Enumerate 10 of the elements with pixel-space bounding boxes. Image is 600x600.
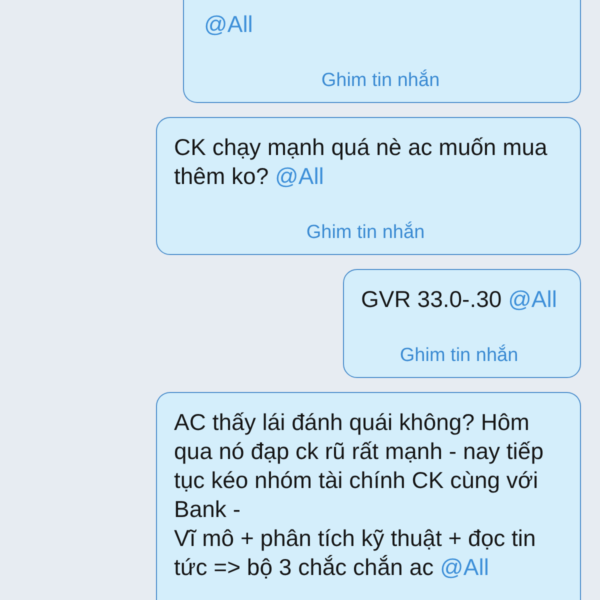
pin-message-button[interactable]: Ghim tin nhắn bbox=[300, 217, 431, 249]
mention-link[interactable]: @All bbox=[275, 163, 324, 189]
mention-link[interactable]: @All bbox=[440, 554, 489, 580]
message-text: CK chạy mạnh quá nè ac muốn mua thêm ko? @All bbox=[174, 133, 548, 191]
message-text: GVR 33.0-.30 @All bbox=[361, 285, 557, 314]
mention-link[interactable]: @All bbox=[508, 286, 557, 312]
message-text: AC thấy lái đánh quái không? Hôm qua nó đạp ck rũ rất mạnh - nay tiếp tục kéo nhóm tài chính CK cùng với Bank - Vĩ mô + phân tích kỹ thuật + đọc tin tức => bộ 3 chắc chắn ac @All bbox=[174, 408, 544, 582]
pin-message-button[interactable]: Ghim tin nhắn bbox=[315, 65, 446, 97]
mention-link[interactable]: @All bbox=[204, 11, 253, 37]
pin-message-button[interactable]: Ghim tin nhắn bbox=[394, 340, 524, 372]
